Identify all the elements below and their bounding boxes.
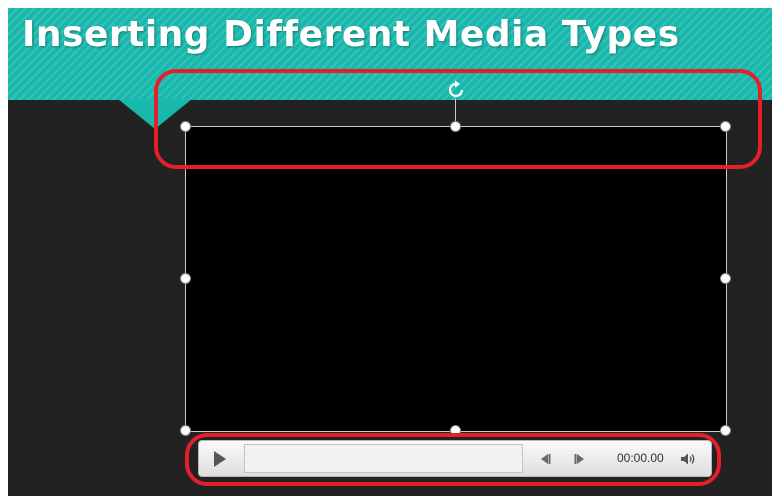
resize-handle-left[interactable] (180, 273, 191, 284)
selection-frame (185, 126, 727, 432)
slide-title: Inserting Different Media Types (22, 14, 680, 55)
highlight-callout-player (185, 433, 721, 486)
resize-handle-bottom-left[interactable] (180, 425, 191, 436)
resize-handle-bottom-right[interactable] (720, 425, 731, 436)
highlight-callout-top (154, 69, 762, 169)
resize-handle-right[interactable] (720, 273, 731, 284)
